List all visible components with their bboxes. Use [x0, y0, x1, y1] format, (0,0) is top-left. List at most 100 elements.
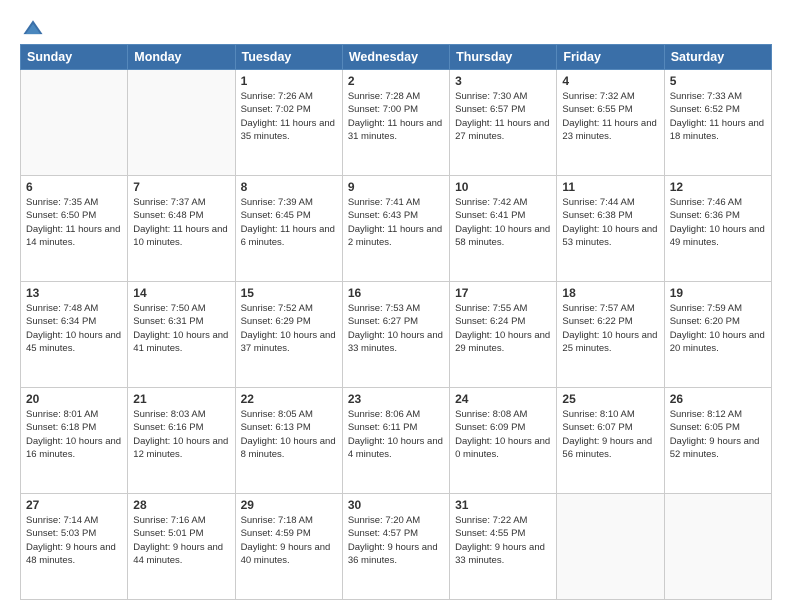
calendar-week-row: 13Sunrise: 7:48 AM Sunset: 6:34 PM Dayli…	[21, 282, 772, 388]
day-number: 30	[348, 498, 444, 512]
day-number: 28	[133, 498, 229, 512]
day-number: 3	[455, 74, 551, 88]
day-info: Sunrise: 8:01 AM Sunset: 6:18 PM Dayligh…	[26, 408, 122, 461]
weekday-header-row: SundayMondayTuesdayWednesdayThursdayFrid…	[21, 45, 772, 70]
calendar-cell: 26Sunrise: 8:12 AM Sunset: 6:05 PM Dayli…	[664, 388, 771, 494]
day-number: 27	[26, 498, 122, 512]
calendar-cell: 12 Sunrise: 7:46 AM Sunset: 6:36 PM Dayli…	[664, 176, 771, 282]
day-number: 23	[348, 392, 444, 406]
logo	[20, 18, 44, 38]
calendar-cell: 10 Sunrise: 7:42 AM Sunset: 6:41 PM Dayli…	[450, 176, 557, 282]
day-number: 2	[348, 74, 444, 88]
day-number: 31	[455, 498, 551, 512]
day-info: Sunrise: 7:35 AM Sunset: 6:50 PM Dayligh…	[26, 196, 122, 249]
day-info: Sunrise: 7:41 AM Sunset: 6:43 PM Dayligh…	[348, 196, 444, 249]
calendar-cell: 17Sunrise: 7:55 AM Sunset: 6:24 PM Dayli…	[450, 282, 557, 388]
calendar-cell: 29 Sunrise: 7:18 AM Sunset: 4:59 PM Dayli…	[235, 494, 342, 600]
day-number: 15	[241, 286, 337, 300]
page: SundayMondayTuesdayWednesdayThursdayFrid…	[0, 0, 792, 612]
day-info: Sunrise: 7:59 AM Sunset: 6:20 PM Dayligh…	[670, 302, 766, 355]
calendar-cell: 21 Sunrise: 8:03 AM Sunset: 6:16 PM Dayli…	[128, 388, 235, 494]
day-info: Sunrise: 7:33 AM Sunset: 6:52 PM Dayligh…	[670, 90, 766, 143]
day-info: Sunrise: 7:16 AM Sunset: 5:01 PM Dayligh…	[133, 514, 229, 567]
day-number: 22	[241, 392, 337, 406]
day-info: Sunrise: 7:44 AM Sunset: 6:38 PM Dayligh…	[562, 196, 658, 249]
day-number: 24	[455, 392, 551, 406]
calendar-cell: 7 Sunrise: 7:37 AM Sunset: 6:48 PM Daylig…	[128, 176, 235, 282]
calendar-table: SundayMondayTuesdayWednesdayThursdayFrid…	[20, 44, 772, 600]
day-number: 8	[241, 180, 337, 194]
calendar-week-row: 6Sunrise: 7:35 AM Sunset: 6:50 PM Daylig…	[21, 176, 772, 282]
day-info: Sunrise: 7:14 AM Sunset: 5:03 PM Dayligh…	[26, 514, 122, 567]
day-number: 7	[133, 180, 229, 194]
calendar-week-row: 27 Sunrise: 7:14 AM Sunset: 5:03 PM Dayli…	[21, 494, 772, 600]
weekday-header-saturday: Saturday	[664, 45, 771, 70]
calendar-week-row: 1Sunrise: 7:26 AM Sunset: 7:02 PM Daylig…	[21, 70, 772, 176]
day-info: Sunrise: 7:39 AM Sunset: 6:45 PM Dayligh…	[241, 196, 337, 249]
calendar-cell: 25Sunrise: 8:10 AM Sunset: 6:07 PM Dayli…	[557, 388, 664, 494]
calendar-cell: 13Sunrise: 7:48 AM Sunset: 6:34 PM Dayli…	[21, 282, 128, 388]
day-number: 19	[670, 286, 766, 300]
day-number: 4	[562, 74, 658, 88]
calendar-cell: 31 Sunrise: 7:22 AM Sunset: 4:55 PM Dayli…	[450, 494, 557, 600]
calendar-cell: 20 Sunrise: 8:01 AM Sunset: 6:18 PM Dayli…	[21, 388, 128, 494]
day-info: Sunrise: 7:50 AM Sunset: 6:31 PM Dayligh…	[133, 302, 229, 355]
day-info: Sunrise: 7:26 AM Sunset: 7:02 PM Dayligh…	[241, 90, 337, 143]
day-info: Sunrise: 7:37 AM Sunset: 6:48 PM Dayligh…	[133, 196, 229, 249]
day-info: Sunrise: 7:53 AM Sunset: 6:27 PM Dayligh…	[348, 302, 444, 355]
day-number: 12	[670, 180, 766, 194]
calendar-cell: 3 Sunrise: 7:30 AM Sunset: 6:57 PM Daylig…	[450, 70, 557, 176]
day-info: Sunrise: 7:18 AM Sunset: 4:59 PM Dayligh…	[241, 514, 337, 567]
day-info: Sunrise: 7:52 AM Sunset: 6:29 PM Dayligh…	[241, 302, 337, 355]
day-info: Sunrise: 8:05 AM Sunset: 6:13 PM Dayligh…	[241, 408, 337, 461]
day-number: 13	[26, 286, 122, 300]
day-number: 11	[562, 180, 658, 194]
weekday-header-tuesday: Tuesday	[235, 45, 342, 70]
day-info: Sunrise: 8:08 AM Sunset: 6:09 PM Dayligh…	[455, 408, 551, 461]
calendar-cell: 8 Sunrise: 7:39 AM Sunset: 6:45 PM Daylig…	[235, 176, 342, 282]
day-info: Sunrise: 7:22 AM Sunset: 4:55 PM Dayligh…	[455, 514, 551, 567]
day-info: Sunrise: 7:42 AM Sunset: 6:41 PM Dayligh…	[455, 196, 551, 249]
day-number: 17	[455, 286, 551, 300]
day-number: 25	[562, 392, 658, 406]
day-number: 10	[455, 180, 551, 194]
day-info: Sunrise: 8:06 AM Sunset: 6:11 PM Dayligh…	[348, 408, 444, 461]
weekday-header-sunday: Sunday	[21, 45, 128, 70]
day-number: 16	[348, 286, 444, 300]
calendar-cell: 16 Sunrise: 7:53 AM Sunset: 6:27 PM Dayli…	[342, 282, 449, 388]
calendar-week-row: 20 Sunrise: 8:01 AM Sunset: 6:18 PM Dayli…	[21, 388, 772, 494]
calendar-cell	[557, 494, 664, 600]
weekday-header-wednesday: Wednesday	[342, 45, 449, 70]
calendar-cell: 5 Sunrise: 7:33 AM Sunset: 6:52 PM Daylig…	[664, 70, 771, 176]
day-number: 5	[670, 74, 766, 88]
calendar-cell: 1Sunrise: 7:26 AM Sunset: 7:02 PM Daylig…	[235, 70, 342, 176]
calendar-cell: 27 Sunrise: 7:14 AM Sunset: 5:03 PM Dayli…	[21, 494, 128, 600]
calendar-cell	[128, 70, 235, 176]
day-number: 29	[241, 498, 337, 512]
day-number: 9	[348, 180, 444, 194]
calendar-cell: 11 Sunrise: 7:44 AM Sunset: 6:38 PM Dayli…	[557, 176, 664, 282]
day-info: Sunrise: 7:30 AM Sunset: 6:57 PM Dayligh…	[455, 90, 551, 143]
calendar-cell: 15 Sunrise: 7:52 AM Sunset: 6:29 PM Dayli…	[235, 282, 342, 388]
day-info: Sunrise: 7:46 AM Sunset: 6:36 PM Dayligh…	[670, 196, 766, 249]
weekday-header-thursday: Thursday	[450, 45, 557, 70]
day-info: Sunrise: 7:20 AM Sunset: 4:57 PM Dayligh…	[348, 514, 444, 567]
day-number: 14	[133, 286, 229, 300]
calendar-cell: 19 Sunrise: 7:59 AM Sunset: 6:20 PM Dayli…	[664, 282, 771, 388]
calendar-cell: 9 Sunrise: 7:41 AM Sunset: 6:43 PM Daylig…	[342, 176, 449, 282]
day-number: 21	[133, 392, 229, 406]
day-number: 20	[26, 392, 122, 406]
calendar-cell: 2Sunrise: 7:28 AM Sunset: 7:00 PM Daylig…	[342, 70, 449, 176]
calendar-cell: 6Sunrise: 7:35 AM Sunset: 6:50 PM Daylig…	[21, 176, 128, 282]
calendar-cell: 18Sunrise: 7:57 AM Sunset: 6:22 PM Dayli…	[557, 282, 664, 388]
logo-icon	[22, 18, 44, 40]
day-number: 18	[562, 286, 658, 300]
calendar-cell: 14 Sunrise: 7:50 AM Sunset: 6:31 PM Dayli…	[128, 282, 235, 388]
day-info: Sunrise: 8:03 AM Sunset: 6:16 PM Dayligh…	[133, 408, 229, 461]
calendar-cell: 30 Sunrise: 7:20 AM Sunset: 4:57 PM Dayli…	[342, 494, 449, 600]
calendar-cell	[21, 70, 128, 176]
calendar-cell: 24 Sunrise: 8:08 AM Sunset: 6:09 PM Dayli…	[450, 388, 557, 494]
calendar-cell: 23 Sunrise: 8:06 AM Sunset: 6:11 PM Dayli…	[342, 388, 449, 494]
header	[20, 18, 772, 38]
calendar-cell: 22 Sunrise: 8:05 AM Sunset: 6:13 PM Dayli…	[235, 388, 342, 494]
